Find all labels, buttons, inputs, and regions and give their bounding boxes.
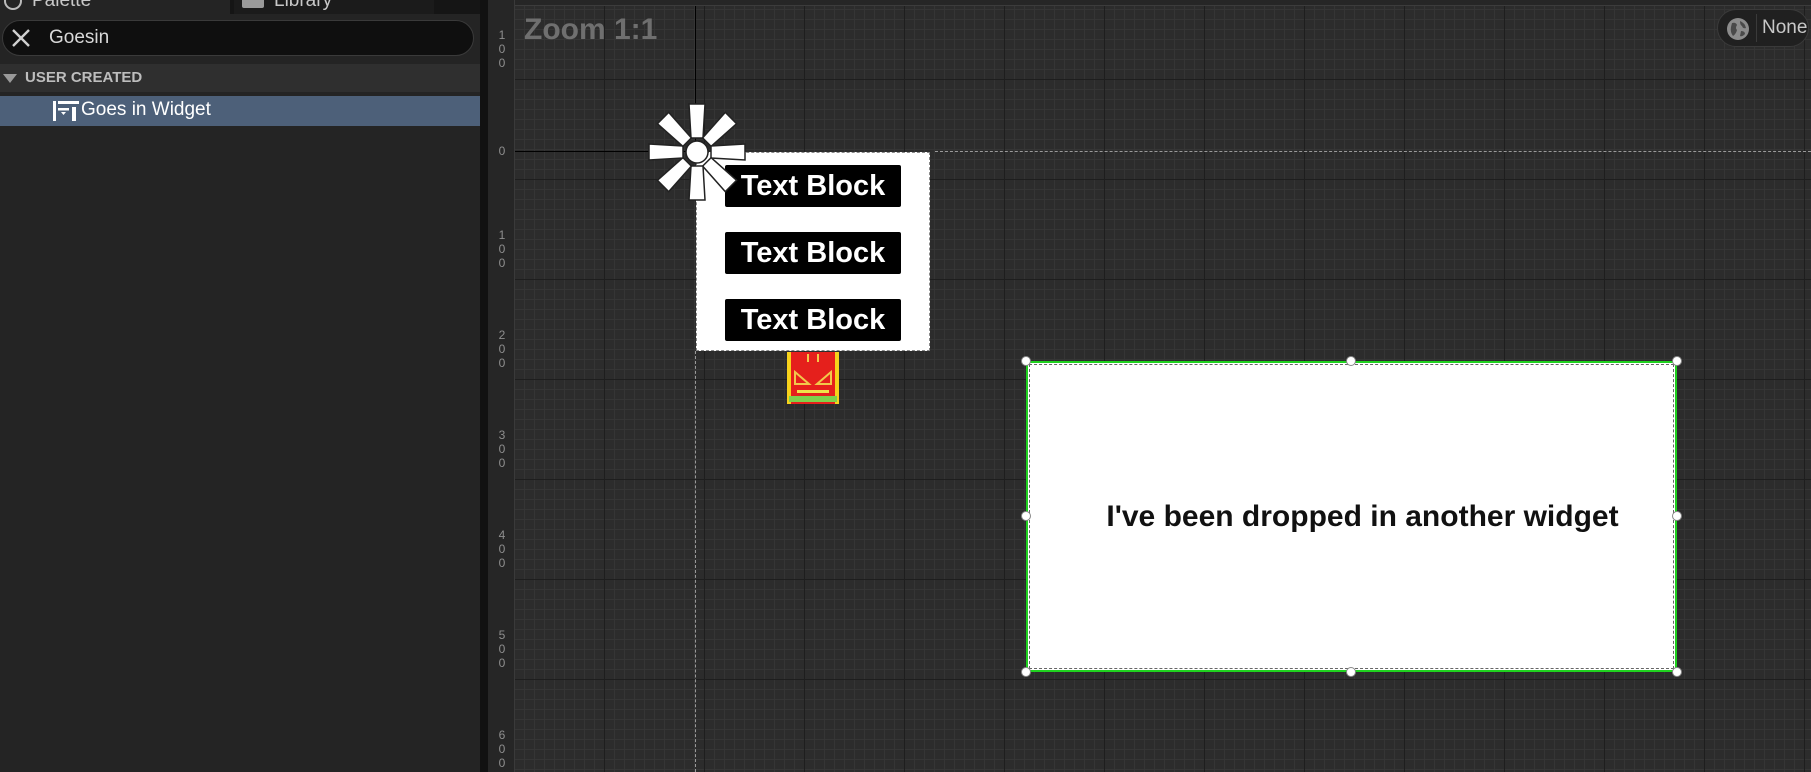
widget-edge-guide <box>935 151 1811 152</box>
texture-thumbnail-icon <box>787 352 839 404</box>
tab-palette[interactable]: Palette ✕ <box>0 0 230 14</box>
search-box <box>2 20 474 56</box>
selected-goes-in-widget[interactable]: I've been dropped in another widget <box>1026 361 1677 672</box>
library-icon <box>242 0 264 8</box>
clear-search-icon[interactable] <box>9 26 33 50</box>
globe-icon <box>1727 18 1749 40</box>
resize-handle-top[interactable] <box>1346 356 1356 366</box>
palette-icon <box>4 0 22 10</box>
search-input[interactable] <box>49 23 459 53</box>
resize-handle-bottom-right[interactable] <box>1672 667 1682 677</box>
text-block-1[interactable]: Text Block <box>725 165 901 207</box>
resize-handle-left[interactable] <box>1021 511 1031 521</box>
anchor-icon[interactable] <box>647 102 747 202</box>
palette-panel: Palette ✕ Library USER CREATED Goes in W… <box>0 0 480 772</box>
text-block-3[interactable]: Text Block <box>725 299 901 341</box>
user-widget-icon <box>53 101 79 121</box>
category-user-created[interactable]: USER CREATED <box>0 64 480 92</box>
vertical-ruler: 100 0 100 200 300 400 500 600 <box>488 0 515 772</box>
palette-item-label: Goes in Widget <box>81 99 211 120</box>
expand-arrow-icon[interactable] <box>3 74 17 83</box>
resize-handle-top-left[interactable] <box>1021 356 1031 366</box>
tab-library[interactable]: Library <box>234 0 434 14</box>
panel-splitter[interactable] <box>480 0 488 772</box>
button-separator <box>1756 14 1757 42</box>
text-block-2[interactable]: Text Block <box>725 232 901 274</box>
tab-library-label: Library <box>274 0 333 11</box>
tab-bar: Palette ✕ Library <box>0 0 480 14</box>
ruler-mark: 200 <box>498 328 506 370</box>
ruler-mark: 600 <box>498 728 506 770</box>
ruler-mark: 100 <box>498 28 506 70</box>
resize-handle-bottom[interactable] <box>1346 667 1356 677</box>
ruler-mark: 0 <box>498 144 506 158</box>
close-icon[interactable]: ✕ <box>196 0 211 6</box>
palette-item-goes-in-widget[interactable]: Goes in Widget <box>0 96 480 126</box>
tab-palette-label: Palette <box>32 0 92 11</box>
widget-text: I've been dropped in another widget <box>1106 499 1619 533</box>
ruler-mark: 100 <box>498 228 506 270</box>
localization-label: None <box>1762 17 1808 38</box>
widget-edge-guide <box>695 351 696 772</box>
category-label: USER CREATED <box>25 69 143 86</box>
zoom-label: Zoom 1:1 <box>524 13 658 46</box>
designer-canvas[interactable]: Zoom 1:1 None Text Block Text Block Text… <box>515 6 1811 772</box>
ruler-mark: 400 <box>498 528 506 570</box>
resize-handle-bottom-left[interactable] <box>1021 667 1031 677</box>
resize-handle-right[interactable] <box>1672 511 1682 521</box>
resize-handle-top-right[interactable] <box>1672 356 1682 366</box>
ruler-mark: 500 <box>498 628 506 670</box>
localization-preview-button[interactable]: None <box>1717 9 1809 47</box>
ruler-mark: 300 <box>498 428 506 470</box>
